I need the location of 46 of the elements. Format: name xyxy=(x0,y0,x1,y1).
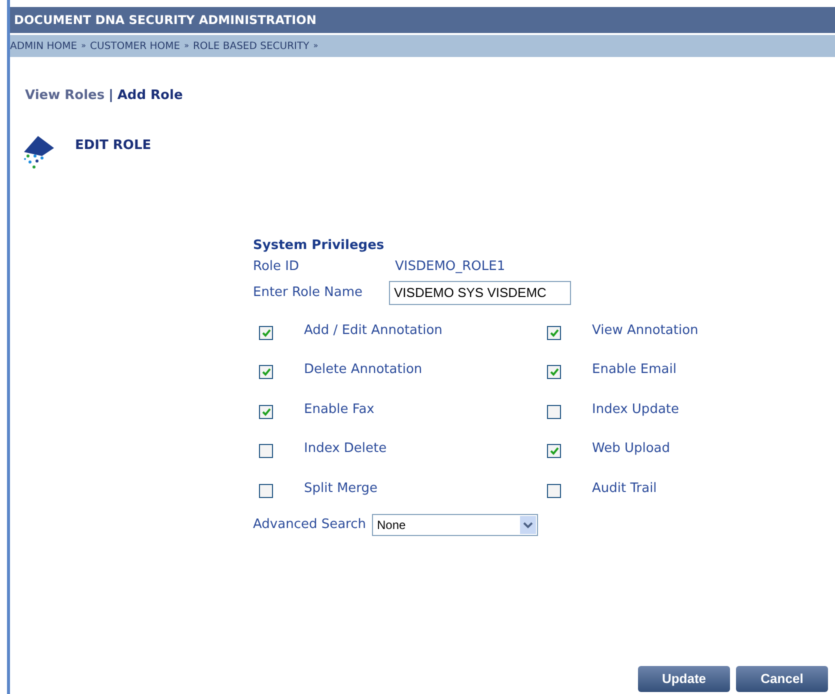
section-title: EDIT ROLE xyxy=(75,136,152,154)
check-icon xyxy=(262,408,270,416)
check-icon xyxy=(550,368,558,376)
check-icon xyxy=(550,328,558,336)
checkbox[interactable] xyxy=(259,404,273,418)
check-icon xyxy=(262,328,270,336)
breadcrumb-link[interactable]: ADMIN HOME xyxy=(10,38,78,54)
privilege-label: Enable Fax xyxy=(304,400,374,418)
privilege-label: View Annotation xyxy=(592,322,698,340)
privilege-label: Delete Annotation xyxy=(304,361,422,379)
check-icon xyxy=(262,368,270,376)
privilege-label: Web Upload xyxy=(592,440,670,458)
privileges-heading: System Privileges xyxy=(253,236,386,254)
breadcrumb-separator: » xyxy=(81,40,86,52)
checkbox[interactable] xyxy=(259,365,273,379)
advanced-search-dropdown[interactable]: None xyxy=(372,514,538,536)
checkbox[interactable] xyxy=(547,484,561,498)
checkbox[interactable] xyxy=(547,326,561,340)
privilege-label: Index Update xyxy=(592,400,680,418)
role-id-label: Role ID xyxy=(253,258,300,276)
checkbox[interactable] xyxy=(259,444,273,458)
nav-link[interactable]: View Roles xyxy=(25,86,105,106)
checkbox[interactable] xyxy=(547,444,561,458)
advanced-search-label: Advanced Search xyxy=(253,516,366,534)
role-name-field[interactable]: VISDEMO SYS VISDEMC xyxy=(389,280,571,304)
privilege-label: Split Merge xyxy=(304,480,378,498)
checkbox[interactable] xyxy=(547,404,561,418)
checkbox[interactable] xyxy=(547,365,561,379)
role-id-value: VISDEMO_ROLE1 xyxy=(395,258,506,276)
breadcrumb-link[interactable]: CUSTOMER HOME xyxy=(90,38,180,54)
action-button[interactable]: Cancel xyxy=(736,666,828,692)
checkbox[interactable] xyxy=(259,326,273,340)
check-icon xyxy=(550,447,558,455)
role-name-label: Enter Role Name xyxy=(253,284,364,302)
breadcrumb-link[interactable]: ROLE BASED SECURITY xyxy=(192,38,310,54)
privilege-label: Enable Email xyxy=(592,361,676,379)
breadcrumb-separator: » xyxy=(313,40,318,52)
breadcrumb-separator: » xyxy=(184,40,189,52)
header-title: DOCUMENT DNA SECURITY ADMINISTRATION xyxy=(14,12,316,29)
checkbox[interactable] xyxy=(259,484,273,498)
privilege-label: Index Delete xyxy=(304,440,387,458)
privilege-label: Add / Edit Annotation xyxy=(304,322,442,340)
nav-link[interactable]: Add Role xyxy=(117,86,183,106)
action-button[interactable]: Update xyxy=(638,666,730,692)
link-divider: | xyxy=(108,87,114,105)
privilege-label: Audit Trail xyxy=(592,480,657,498)
